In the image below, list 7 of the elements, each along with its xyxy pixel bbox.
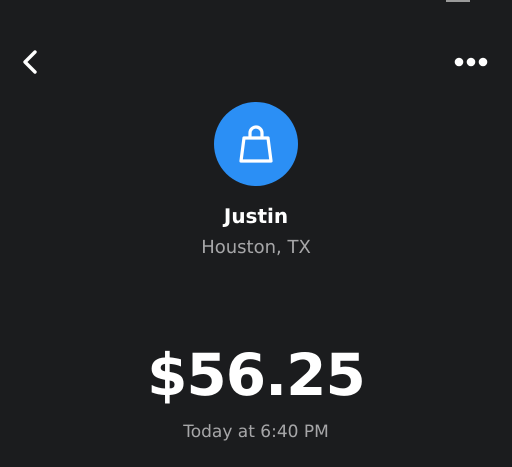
- shopping-bag-icon: [237, 124, 275, 164]
- merchant-name: Justin: [224, 203, 288, 230]
- back-button[interactable]: [22, 49, 38, 75]
- more-options-button[interactable]: [454, 57, 488, 67]
- payment-time: Today at 6:40 PM: [183, 421, 329, 444]
- payment-amount: $56.25: [147, 340, 365, 410]
- merchant-location: Houston, TX: [201, 236, 311, 260]
